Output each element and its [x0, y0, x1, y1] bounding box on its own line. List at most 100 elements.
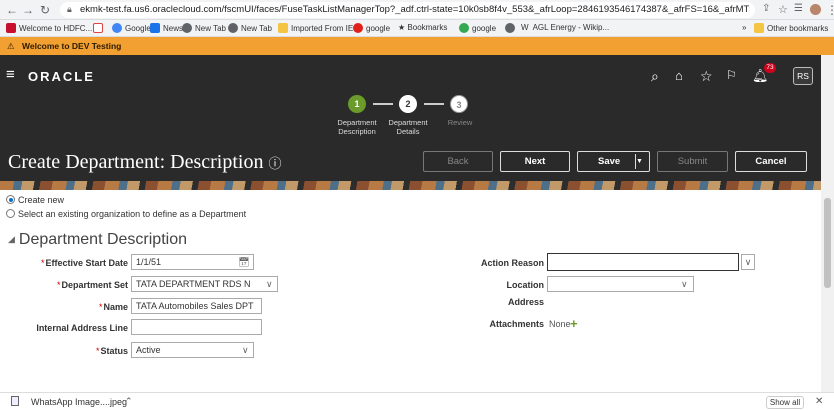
hdfc-icon	[6, 23, 16, 33]
bookmark-item[interactable]: Welcome to HDFC...	[6, 23, 92, 33]
bookmarks-bar: Welcome to HDFC... Google News New Tab N…	[0, 20, 834, 37]
status-label: *Status	[95, 346, 128, 356]
location-label: Location	[506, 280, 545, 290]
close-icon[interactable]: ✕	[815, 396, 823, 407]
department-set-label: *Department Set	[56, 280, 128, 290]
next-button[interactable]: Next	[500, 151, 570, 172]
globe-icon	[505, 23, 515, 33]
bookmark-item[interactable]	[93, 23, 106, 33]
create-new-label: Create new	[18, 195, 65, 205]
attachments-label: Attachments	[489, 319, 544, 329]
select-existing-radio[interactable]	[6, 209, 15, 218]
chevron-down-icon[interactable]: ∨	[741, 254, 755, 270]
folder-icon	[754, 23, 764, 33]
effective-start-date-label: *Effective Start Date	[40, 258, 128, 268]
download-filename[interactable]: WhatsApp Image....jpeg	[31, 397, 127, 407]
train-connector	[424, 103, 444, 105]
create-new-radio[interactable]	[6, 195, 15, 204]
cancel-button[interactable]: Cancel	[735, 151, 807, 172]
chevron-down-icon[interactable]: ∨	[242, 345, 249, 356]
profile-avatar[interactable]	[810, 4, 821, 15]
more-bookmarks[interactable]: »	[742, 23, 746, 32]
status-select[interactable]: Active	[131, 342, 254, 358]
attachments-value: None	[549, 319, 571, 329]
forward-arrow-icon[interactable]: →	[22, 3, 34, 17]
scrollbar-thumb[interactable]	[824, 198, 831, 288]
chevron-down-icon[interactable]: ∨	[681, 279, 688, 290]
favorites-star-icon[interactable]: ☆	[700, 68, 713, 85]
show-all-button[interactable]: Show all	[766, 396, 804, 409]
oracle-logo: ORACLE	[28, 69, 95, 84]
chevron-down-icon[interactable]: ∨	[266, 279, 273, 290]
page-title: Create Department: Description ⓘ	[8, 151, 282, 173]
google-icon	[112, 23, 122, 33]
help-icon[interactable]: ⓘ	[268, 157, 281, 172]
bookmark-item[interactable]: Imported From IE	[278, 23, 353, 33]
bookmark-item[interactable]: New Tab	[182, 23, 226, 33]
action-reason-input[interactable]	[547, 253, 739, 271]
bookmark-item[interactable]: New Tab	[228, 23, 272, 33]
bookmark-star-icon: ★	[398, 23, 408, 32]
chevron-up-icon[interactable]: ⌃	[125, 396, 133, 407]
train-connector	[373, 103, 393, 105]
internal-address-line-label: Internal Address Line	[36, 323, 128, 333]
user-avatar[interactable]: RS	[793, 67, 813, 85]
lock-icon: 🔒︎	[67, 4, 72, 14]
home-icon[interactable]: ⌂	[675, 68, 683, 83]
back-arrow-icon[interactable]: ←	[6, 3, 18, 17]
back-button[interactable]: Back	[423, 151, 493, 172]
train-step-3-label: Review	[447, 118, 473, 127]
url-text: ekmk-test.fa.us6.oraclecloud.com/fscmUI/…	[80, 4, 750, 15]
action-reason-label: Action Reason	[480, 258, 544, 268]
bookmark-item[interactable]: google	[459, 23, 496, 33]
share-icon[interactable]: ⇪	[762, 3, 770, 14]
reload-icon[interactable]: ↻	[40, 3, 50, 17]
location-select[interactable]	[547, 276, 694, 292]
bookmark-item[interactable]	[505, 23, 518, 33]
train-step-2-label: Department Details	[388, 118, 428, 136]
section-header[interactable]: ◢ Department Description	[8, 231, 187, 249]
warning-icon: ⚠	[7, 41, 15, 51]
add-attachment-icon[interactable]: +	[570, 316, 578, 331]
save-dropdown-icon[interactable]: ▼	[635, 154, 648, 169]
other-bookmarks[interactable]: Other bookmarks	[754, 23, 828, 33]
browser-toolbar: ← → ↻ 🔒︎ ekmk-test.fa.us6.oraclecloud.co…	[0, 0, 834, 20]
effective-start-date-input[interactable]: 1/1/51	[131, 254, 254, 270]
banner-text: Welcome to DEV Testing	[22, 41, 122, 51]
news-icon	[150, 23, 160, 33]
gmail-icon	[93, 23, 103, 33]
google-icon	[459, 23, 469, 33]
name-label: *Name	[98, 302, 128, 312]
bookmark-item[interactable]: Google	[112, 23, 151, 33]
internal-address-line-input[interactable]	[131, 319, 262, 335]
name-input[interactable]: TATA Automobiles Sales DPT	[131, 298, 262, 314]
bookmark-item[interactable]: ★ Bookmarks	[398, 23, 447, 32]
globe-icon	[182, 23, 192, 33]
environment-banner: ⚠ Welcome to DEV Testing	[0, 37, 834, 55]
menu-icon[interactable]: ⋮	[826, 3, 834, 17]
submit-button[interactable]: Submit	[657, 151, 728, 172]
address-label: Address	[507, 297, 544, 307]
hamburger-menu-icon[interactable]: ≡	[6, 66, 15, 83]
calendar-icon[interactable]: 📅︎	[238, 257, 249, 268]
save-button[interactable]: Save ▼	[577, 151, 650, 172]
bookmark-item[interactable]: google	[353, 23, 390, 33]
select-existing-label: Select an existing organization to defin…	[18, 209, 247, 219]
train-step-1[interactable]: 1	[348, 95, 366, 113]
downloads-bar: WhatsApp Image....jpeg ⌃ Show all ✕	[0, 392, 834, 410]
bookmark-item[interactable]: W AGL Energy - Wikip...	[521, 23, 609, 32]
star-icon[interactable]: ☆	[778, 3, 788, 16]
address-bar[interactable]: 🔒︎ ekmk-test.fa.us6.oraclecloud.com/fscm…	[60, 2, 755, 18]
train-step-2[interactable]: 2	[399, 95, 417, 113]
decorative-header-strip	[0, 181, 834, 190]
train-step-3[interactable]: 3	[450, 95, 468, 113]
globe-icon	[228, 23, 238, 33]
folder-icon	[278, 23, 288, 33]
flag-icon[interactable]: ⚐	[726, 68, 737, 82]
collapse-triangle-icon[interactable]: ◢	[8, 234, 15, 244]
search-icon[interactable]: ⌕	[651, 68, 659, 85]
train-step-1-label: Department Description	[337, 118, 377, 136]
bookmark-item[interactable]: News	[150, 23, 183, 33]
department-set-select[interactable]: TATA DEPARTMENT RDS N	[131, 276, 278, 292]
extensions-icon[interactable]: ☰	[794, 3, 803, 14]
